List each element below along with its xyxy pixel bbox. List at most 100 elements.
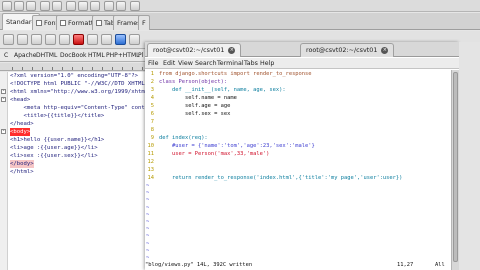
- menu-view[interactable]: View: [178, 58, 193, 69]
- lang-item-html[interactable]: HTML: [88, 50, 105, 62]
- code-line-comment: #user = {'name':'tom','age':23,'sex':'ma…: [159, 143, 315, 149]
- line-number: 2: [150, 79, 154, 85]
- editor-ruler: [0, 63, 150, 71]
- terminal-tab-1[interactable]: root@csvt02:~/csvt01 ×: [147, 43, 242, 57]
- lang-item-dhtml[interactable]: DHTML: [36, 50, 57, 62]
- line-number: 10: [147, 143, 155, 149]
- replace-icon[interactable]: [116, 1, 126, 11]
- vim-status-line: "blog/views.py" 14L, 392C written 11,27 …: [145, 261, 451, 270]
- cut-icon[interactable]: [66, 1, 76, 11]
- bold-icon[interactable]: [31, 34, 42, 45]
- source-line: <!DOCTYPE html PUBLIC "-//W3C//DTD XHTML…: [10, 81, 152, 87]
- fold-toggle-icon[interactable]: -: [1, 129, 6, 134]
- line-number: 9: [150, 135, 154, 141]
- line-number: 1: [150, 71, 154, 77]
- tables-tab-icon: [96, 20, 102, 26]
- line-number: 8: [150, 127, 154, 133]
- lang-item-c[interactable]: C: [4, 50, 8, 62]
- line-number: 5: [150, 103, 154, 109]
- code-line: self.name = name: [159, 95, 237, 101]
- terminal-menu-bar: File Edit View Search Terminal Tabs Help: [145, 58, 459, 69]
- lang-item-docbook[interactable]: DocBook: [60, 50, 87, 62]
- source-line-highlighted: <body>: [10, 128, 31, 136]
- tab-label: F: [142, 19, 146, 27]
- menu-tabs[interactable]: Tabs: [244, 58, 258, 69]
- line-number: 13: [147, 167, 155, 173]
- redo-icon[interactable]: [52, 1, 62, 11]
- comment-icon[interactable]: [129, 34, 140, 45]
- new-file-icon[interactable]: [2, 1, 12, 11]
- terminal-window: root@csvt02:~/csvt01 × root@csvt02:~/csvt…: [145, 42, 459, 270]
- scroll-indicator: All: [435, 262, 445, 268]
- source-line: <head>: [10, 97, 31, 103]
- lang-item-more[interactable]: Pl: [138, 50, 143, 62]
- line-number: 3: [150, 87, 154, 93]
- source-line: <meta http-equiv="Content-Type" content: [10, 105, 155, 111]
- editor-top-toolbar: [0, 0, 480, 12]
- close-tab-icon[interactable]: ×: [228, 46, 236, 54]
- desktop-background: [459, 42, 480, 270]
- status-message: "blog/views.py" 14L, 392C written: [145, 262, 253, 268]
- tab-forms[interactable]: F: [138, 15, 150, 30]
- line-number: 7: [150, 119, 154, 125]
- terminal-tab-2[interactable]: root@csvt02:~/csvt01 ×: [300, 43, 395, 57]
- anchor-icon[interactable]: [73, 34, 84, 45]
- terminal-tab-title: root@csvt02:~/csvt01: [153, 46, 225, 54]
- terminal-tab-bar: root@csvt02:~/csvt01 × root@csvt02:~/csvt…: [145, 42, 459, 57]
- line-number: 14: [147, 175, 155, 181]
- menu-edit[interactable]: Edit: [163, 58, 175, 69]
- scrollbar-thumb[interactable]: [453, 72, 458, 262]
- source-line: <title>{{title}}</title>: [10, 113, 105, 119]
- save-icon[interactable]: [26, 1, 36, 11]
- html-source-editor[interactable]: - - - <?xml version="1.0" encoding="UTF-…: [0, 72, 155, 270]
- find-icon[interactable]: [104, 1, 114, 11]
- lang-item-php-html[interactable]: PHP+HTML: [106, 50, 139, 62]
- table-icon[interactable]: [115, 34, 126, 45]
- close-tab-icon[interactable]: ×: [381, 46, 389, 54]
- line-number: 12: [147, 159, 155, 165]
- code-line: class Person(object):: [159, 79, 228, 85]
- indent-icon[interactable]: [130, 1, 140, 11]
- quickstart-icon[interactable]: [3, 34, 14, 45]
- menu-file[interactable]: File: [148, 58, 159, 69]
- vim-editor-area[interactable]: 1 2 3 4 5 6 7 8 9 10 11 12 13 14 from dj…: [145, 70, 451, 270]
- fonts-tab-icon: [36, 20, 42, 26]
- lang-item-apache[interactable]: Apache: [14, 50, 36, 62]
- editor-toolbar-tabs: Standard Fonts Formatting Tables Frames …: [0, 13, 480, 30]
- code-line: self.age = age: [159, 103, 231, 109]
- formatting-tab-icon: [60, 20, 66, 26]
- image-icon[interactable]: [101, 34, 112, 45]
- source-line: <li>age :{{user.age}}</li>: [10, 145, 98, 151]
- editor-gutter: - - -: [0, 72, 8, 270]
- source-line: </html>: [10, 169, 34, 175]
- source-line: </head>: [10, 121, 34, 127]
- italic-icon[interactable]: [45, 34, 56, 45]
- code-line: return render_to_response('index.html',{…: [159, 175, 403, 181]
- cursor-position: 11,27: [397, 262, 414, 268]
- copy-icon[interactable]: [78, 1, 88, 11]
- code-line: def index(req):: [159, 135, 208, 141]
- open-file-icon[interactable]: [14, 1, 24, 11]
- paragraph-icon[interactable]: [59, 34, 70, 45]
- break-icon[interactable]: [87, 34, 98, 45]
- code-line: self.sex = sex: [159, 111, 231, 117]
- undo-icon[interactable]: [40, 1, 50, 11]
- body-tag-icon[interactable]: [17, 34, 28, 45]
- terminal-tab-title: root@csvt02:~/csvt01: [306, 46, 378, 54]
- code-line: def __init__(self, name, age, sex):: [159, 87, 286, 93]
- source-line-current: </body>: [10, 160, 34, 168]
- terminal-scrollbar[interactable]: [451, 70, 459, 270]
- source-line: <li>sex :{{user.sex}}</li>: [10, 153, 98, 159]
- menu-terminal[interactable]: Terminal: [217, 58, 244, 69]
- fold-toggle-icon[interactable]: -: [1, 89, 6, 94]
- paste-icon[interactable]: [90, 1, 100, 11]
- menu-search[interactable]: Search: [195, 58, 217, 69]
- menu-help[interactable]: Help: [260, 58, 274, 69]
- source-line: <html xmlns="http://www.w3.org/1999/xhtm…: [10, 89, 152, 95]
- source-line: <h1>hello {{user.name}}</h1>: [10, 137, 105, 143]
- source-line: <?xml version="1.0" encoding="UTF-8"?>: [10, 73, 138, 79]
- fold-toggle-icon[interactable]: -: [1, 97, 6, 102]
- line-number: 11: [147, 151, 155, 157]
- code-line: from django.shortcuts import render_to_r…: [159, 71, 312, 77]
- code-line: user = Person('max',33,'male'): [159, 151, 270, 157]
